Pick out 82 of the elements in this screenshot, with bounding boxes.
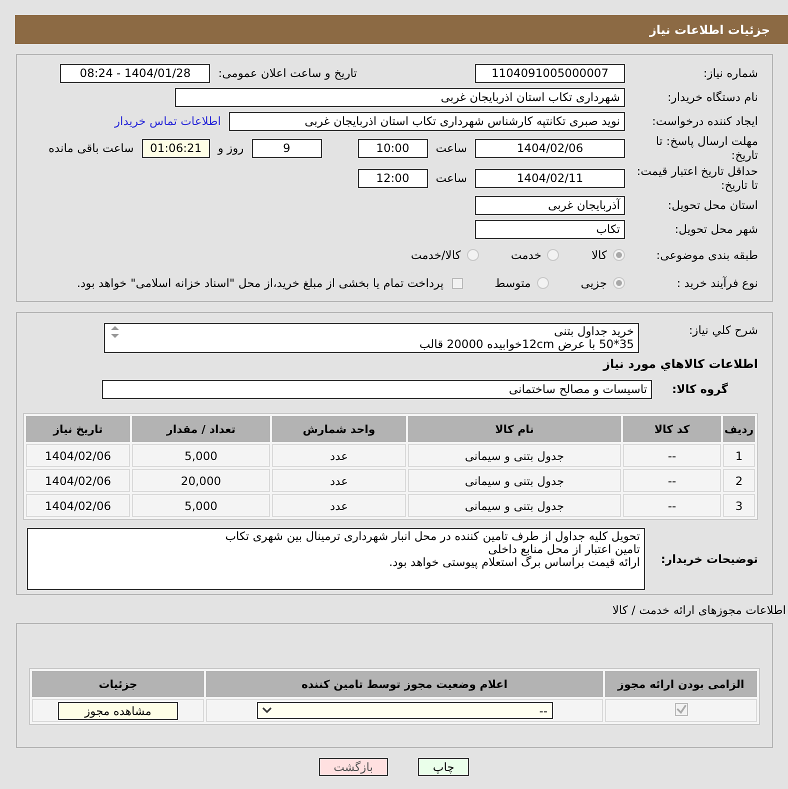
buyer-notes-field[interactable]: تحویل کلیه جداول از طرف تامین کننده در محل انبار شهرداری ترمینال بین شهری تکاب تامین اعتبار از محل منابع داخلی ارائه قیمت براساس برگ استعلام پیوستی خواهد بود. (26, 528, 645, 590)
table-cell: 2 (723, 469, 755, 492)
days-label: روز و (218, 141, 244, 155)
back-button[interactable]: بازگشت (318, 758, 388, 776)
view-permit-button[interactable]: مشاهده مجوز (58, 702, 178, 720)
radio-button[interactable] (613, 249, 625, 261)
goods-group-field[interactable]: تاسیسات و مصالح ساختمانی (102, 380, 652, 398)
table-cell: 20,000 (132, 469, 270, 492)
field-label: طبقه بندی موضوعی: (655, 248, 758, 262)
table-cell: -- (623, 469, 721, 492)
payment-label: پرداخت تمام یا بخشی از مبلغ خرید،از محل "اسناد خزانه اسلامی" خواهد بود. (76, 276, 444, 290)
table-cell: 1404/02/06 (26, 469, 130, 492)
days-field[interactable]: 9 (252, 138, 322, 158)
field-label: تاریخ و ساعت اعلان عمومی: (218, 66, 357, 80)
date-field[interactable]: 1404/02/11 (475, 168, 625, 188)
radio-button[interactable] (536, 277, 549, 289)
column-header: الزامی بودن ارائه مجوز (605, 671, 757, 697)
field-label: ایجاد کننده درخواست: (651, 114, 758, 128)
time-field[interactable]: 10:00 (358, 138, 428, 158)
table-cell: 1 (723, 444, 755, 467)
field-label: شماره نیاز: (702, 66, 758, 80)
radio-label: متوسط (494, 276, 531, 290)
table-cell: -- (623, 494, 721, 517)
table-cell: عدد (272, 469, 406, 492)
table-cell: 1404/02/06 (26, 494, 130, 517)
section-heading: اطلاعات کالاهاي مورد نياز (602, 357, 758, 371)
print-button[interactable]: چاپ (418, 758, 470, 776)
date-field[interactable]: 1404/02/06 (475, 138, 625, 158)
contact-link[interactable]: اطلاعات تماس خریدار (114, 114, 221, 128)
table-cell: جدول بتنی و سیمانی (408, 444, 621, 467)
page-header: جزئیات اطلاعات نیاز (15, 15, 788, 44)
field-label: مهلت ارسال پاسخ: تا تاریخ: (654, 134, 758, 162)
radio-label: کالا/خدمت (410, 248, 461, 262)
checkbox[interactable] (674, 703, 688, 716)
radio-label: کالا (591, 248, 607, 262)
section-heading: اطلاعات مجوزهای ارائه خدمت / کالا (611, 603, 786, 617)
column-header: واحد شمارش (272, 416, 406, 442)
creator-field[interactable]: نوید صبری تکانتپه کارشناس شهرداری تکاب استان اذربایجان غربی (229, 112, 625, 130)
column-header: تعداد / مقدار (132, 416, 270, 442)
scroll-arrows-icon[interactable] (109, 325, 121, 339)
field-label: شهر محل تحویل: (674, 222, 758, 236)
radio-button[interactable] (466, 249, 479, 261)
need-number-field[interactable]: 1104091005000007 (475, 64, 625, 82)
province-field[interactable]: آذربایجان غربی (475, 196, 625, 214)
column-header: تاریخ نیاز (26, 416, 130, 442)
field-label: توضیحات خریدار: (660, 552, 758, 566)
city-field[interactable]: تکاب (475, 220, 625, 238)
table-cell: عدد (272, 444, 406, 467)
column-header: جزئیات (32, 671, 204, 697)
column-header: اعلام وضعیت مجوز توسط تامین کننده (206, 671, 603, 697)
table-cell: جدول بتنی و سیمانی (408, 494, 621, 517)
table-cell: -- (623, 444, 721, 467)
radio-button[interactable] (547, 249, 560, 261)
column-header: ردیف (723, 416, 755, 442)
checkbox[interactable] (452, 278, 463, 288)
description-field[interactable]: خرید جداول بتنی 35*50 با عرض 12cmخوابیده 20000 قالب (104, 323, 639, 353)
table-cell: عدد (272, 494, 406, 517)
column-header: نام کالا (408, 416, 621, 442)
table-cell: 5,000 (132, 494, 270, 517)
buyer-field[interactable]: شهرداری تکاب استان اذربایجان غربی (175, 88, 625, 106)
announce-date-field[interactable]: 1404/01/28 - 08:24 (60, 64, 210, 82)
table-cell: جدول بتنی و سیمانی (408, 469, 621, 492)
radio-label: جزیی (580, 276, 607, 290)
field-label: گروه کالا: (672, 382, 728, 396)
field-label: استان محل تحویل: (666, 198, 758, 212)
field-label: شرح کلي نياز: (688, 323, 758, 337)
table-cell: 1404/02/06 (26, 444, 130, 467)
time-field[interactable]: 12:00 (358, 168, 428, 188)
table-cell: 5,000 (132, 444, 270, 467)
radio-label: خدمت (510, 248, 542, 262)
chevron-icon (262, 707, 272, 714)
field-label: نوع فرآیند خرید : (676, 276, 758, 290)
time-label: ساعت (436, 141, 467, 155)
time-label: ساعت (436, 171, 467, 185)
column-header: کد کالا (623, 416, 721, 442)
status-dropdown[interactable]: -- (256, 702, 552, 719)
remaining-label: ساعت باقی مانده (48, 141, 134, 155)
remaining-time-field: 01:06:21 (142, 138, 210, 158)
table-cell: 3 (723, 494, 755, 517)
radio-button[interactable] (613, 277, 625, 289)
field-label: نام دستگاه خریدار: (666, 90, 758, 104)
field-label: حداقل تاریخ اعتبار قیمت: تا تاریخ: (636, 164, 758, 192)
